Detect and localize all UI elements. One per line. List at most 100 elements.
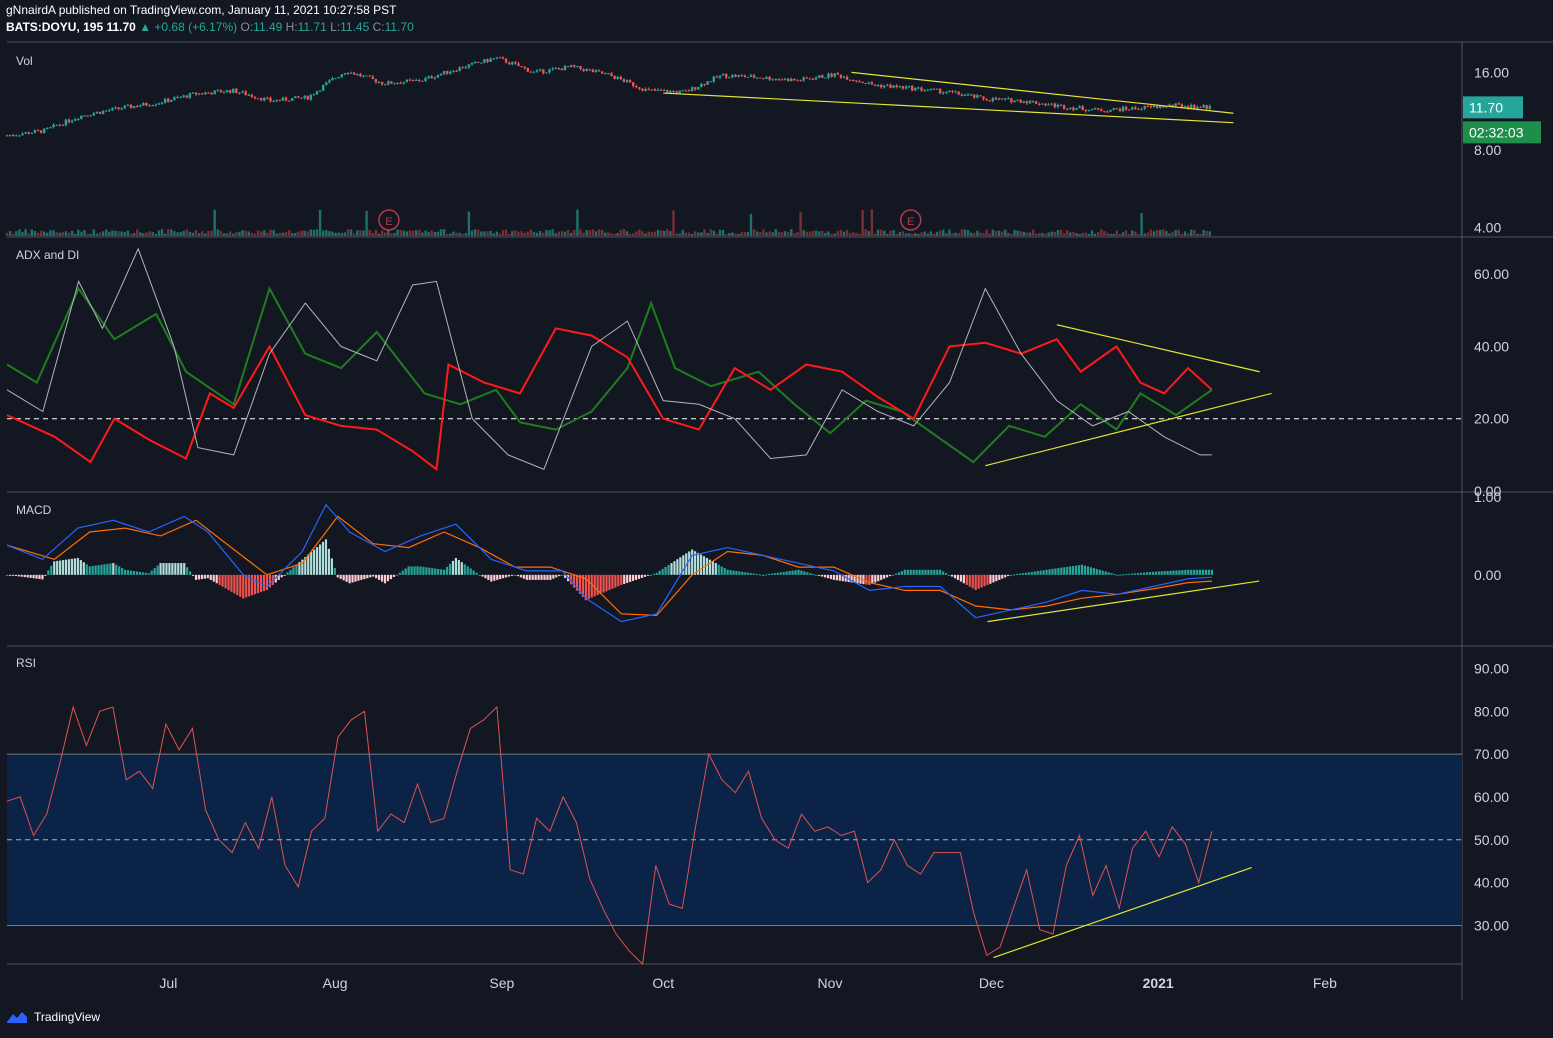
volume-bar xyxy=(328,231,331,236)
volume-bar xyxy=(154,233,157,236)
volume-bar xyxy=(895,233,898,236)
candle-body xyxy=(653,89,657,91)
candle-body xyxy=(325,82,328,85)
candle-body xyxy=(746,76,750,78)
candle-body xyxy=(585,69,588,72)
volume-bar xyxy=(272,230,275,236)
volume-bar xyxy=(64,231,68,236)
macd-histogram-bar xyxy=(487,574,490,580)
macd-histogram-bar xyxy=(38,574,41,580)
volume-bar xyxy=(948,229,951,236)
macd-histogram-bar xyxy=(729,570,732,575)
macd-histogram-bar xyxy=(679,557,682,575)
macd-histogram-bar xyxy=(782,571,785,575)
macd-histogram-bar xyxy=(1083,565,1087,575)
volume-bar xyxy=(464,233,467,236)
macd-histogram-bar xyxy=(251,574,254,596)
candle-body xyxy=(799,80,802,82)
macd-histogram-bar xyxy=(838,574,841,581)
volume-bar xyxy=(790,229,793,236)
volume-bar xyxy=(938,230,942,236)
volume-bar xyxy=(824,232,827,236)
macd-histogram-bar xyxy=(815,574,818,576)
rsi-tick-label: 80.00 xyxy=(1474,703,1509,719)
volume-bar xyxy=(1059,229,1063,236)
macd-histogram-bar xyxy=(1210,569,1214,575)
volume-bar xyxy=(194,229,198,236)
volume-bar xyxy=(188,231,192,236)
candle-body xyxy=(129,104,133,108)
volume-bar xyxy=(535,232,539,236)
candle-body xyxy=(433,77,436,79)
price-trendline xyxy=(663,92,1234,124)
volume-bar xyxy=(67,232,71,236)
candle-body xyxy=(173,97,176,101)
candle-body xyxy=(312,94,316,96)
candle-body xyxy=(976,95,979,98)
candle-body xyxy=(1190,104,1193,109)
macd-histogram-bar xyxy=(1001,574,1004,579)
macd-histogram-bar xyxy=(191,574,195,576)
candle-body xyxy=(377,81,381,83)
volume-bar xyxy=(830,233,833,236)
candle-body xyxy=(349,72,353,74)
volume-bar xyxy=(111,230,114,236)
candle-body xyxy=(566,66,570,68)
volume-bar xyxy=(1038,233,1041,236)
macd-histogram-bar xyxy=(818,574,821,576)
candle-body xyxy=(300,97,303,99)
volume-bar xyxy=(411,230,415,236)
candle-body xyxy=(449,71,452,74)
volume-bar xyxy=(718,229,722,236)
candle-body xyxy=(194,92,198,95)
volume-bar xyxy=(1159,229,1162,236)
macd-histogram-bar xyxy=(688,551,691,575)
macd-histogram-bar xyxy=(885,574,889,578)
volume-bar xyxy=(120,231,123,236)
candle-body xyxy=(238,92,241,94)
macd-histogram-bar xyxy=(1207,569,1211,575)
candle-body xyxy=(570,65,573,68)
candle-body xyxy=(948,90,951,93)
volume-bar xyxy=(452,231,455,236)
candle-body xyxy=(613,75,616,79)
volume-bar xyxy=(619,229,622,236)
candle-body xyxy=(597,70,601,72)
candle-body xyxy=(1081,106,1084,111)
candle-body xyxy=(114,107,117,109)
volume-bar xyxy=(1066,230,1069,236)
macd-histogram-bar xyxy=(909,569,912,575)
volume-bar xyxy=(46,232,49,236)
macd-histogram-bar xyxy=(1030,571,1033,575)
macd-histogram-bar xyxy=(496,574,499,580)
macd-histogram-bar xyxy=(186,567,189,575)
adx-tick-label: 20.00 xyxy=(1474,411,1509,427)
macd-histogram-bar xyxy=(103,564,106,575)
candle-body xyxy=(954,91,957,93)
volume-bar xyxy=(86,233,89,236)
macd-histogram-bar xyxy=(56,560,59,575)
candle-body xyxy=(123,105,126,109)
macd-histogram-bar xyxy=(437,568,440,575)
last-price-tag-label: 11.70 xyxy=(1469,99,1503,115)
macd-histogram-bar xyxy=(419,566,422,575)
macd-histogram-bar xyxy=(761,574,765,576)
volume-bar xyxy=(808,231,812,236)
macd-histogram-bar xyxy=(888,574,892,577)
volume-bar xyxy=(340,233,343,236)
candle-body xyxy=(260,98,263,101)
volume-bar xyxy=(566,229,570,236)
volume-bar xyxy=(1000,231,1004,236)
macd-histogram-bar xyxy=(1107,572,1110,575)
volume-bar xyxy=(1190,229,1193,236)
volume-bar xyxy=(1168,233,1171,236)
candle-body xyxy=(920,87,923,91)
volume-bar xyxy=(182,230,185,236)
macd-histogram-bar xyxy=(587,574,590,599)
adx-series-minus_di xyxy=(6,327,1213,472)
chart-canvas[interactable]: Jul Aug Sep Oct Nov Dec 2021 Feb Vol 16.00 8.00 4.0… xyxy=(0,0,1553,1038)
volume-bar xyxy=(508,233,511,236)
candle-body xyxy=(458,67,461,72)
volume-bar xyxy=(1208,231,1211,236)
macd-histogram-bar xyxy=(617,574,620,587)
